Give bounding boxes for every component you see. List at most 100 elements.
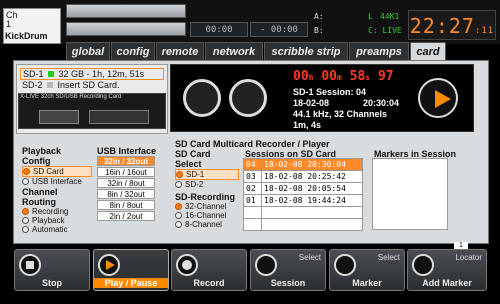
tab-network[interactable]: network	[205, 42, 263, 60]
radio-icon	[22, 208, 29, 216]
routing-option-label: Automatic	[32, 225, 68, 234]
tc-minutes: 00	[321, 69, 337, 84]
playback-option-usb[interactable]: USB Interface	[22, 177, 92, 186]
add-marker-label: Add Marker	[422, 278, 472, 288]
session-select-button[interactable]: Select Session	[250, 249, 326, 291]
usb-option[interactable]: 8in / 8out	[97, 200, 155, 210]
session-id: 02	[243, 182, 262, 195]
sd-rec-option-8[interactable]: 8-Channel	[175, 220, 239, 229]
time-readout-left: 00:00	[190, 22, 248, 37]
session-date-cell: 18-02-08 20:05:54	[261, 182, 363, 195]
session-time: 20:30:04	[363, 98, 400, 108]
sd1-row[interactable]: SD-1 32 GB - 1h, 12m, 51s	[20, 68, 164, 80]
sd1-info: 32 GB - 1h, 12m, 51s	[58, 69, 145, 79]
session-id: 01	[243, 194, 262, 207]
sd-rec-option-32[interactable]: 32-Channel	[175, 202, 239, 211]
table-row[interactable]: 02 18-02-08 20:05:54	[243, 182, 363, 195]
marker-select-button[interactable]: Select Marker	[329, 249, 405, 291]
session-date-cell: 18-02-08 20:30:04	[261, 158, 363, 171]
sd-rec-option-16[interactable]: 16-Channel	[175, 211, 239, 220]
play-icon[interactable]	[418, 78, 458, 118]
rotate-icon	[255, 254, 277, 276]
markers-list[interactable]	[372, 158, 448, 230]
table-row[interactable]	[243, 218, 363, 231]
sample-rate: 44K1	[380, 12, 400, 21]
session-date-cell: 18-02-08 19:44:24	[261, 194, 363, 207]
record-icon	[176, 254, 198, 276]
session-label: Session	[270, 278, 306, 288]
tab-preamps[interactable]: preamps	[349, 42, 409, 60]
session-date-cell: 18-02-08 20:25:42	[261, 170, 363, 183]
radio-icon	[176, 171, 183, 179]
channel-routing-title: Channel Routing	[22, 187, 58, 207]
play-pause-button[interactable]: Play / Pause	[93, 249, 169, 291]
table-row[interactable]: 04 18-02-08 20:30:04	[243, 158, 363, 171]
usb-option[interactable]: 32in / 32out	[97, 156, 155, 166]
playback-config-title: Playback Config	[22, 146, 62, 166]
radio-icon	[22, 226, 29, 234]
sd-rec-label: 16-Channel	[185, 211, 227, 220]
session-select-hint: Select	[298, 253, 321, 262]
sd-rec-label: 32-Channel	[185, 202, 227, 211]
tape-reel-left-icon	[183, 79, 221, 117]
bus-c-label: C: LIVE	[368, 26, 402, 35]
tc-seconds: 58	[349, 69, 366, 84]
tab-remote[interactable]: remote	[156, 42, 204, 60]
timecode: 00h 00m 58s 97	[293, 69, 394, 84]
routing-option-automatic[interactable]: Automatic	[22, 225, 92, 234]
usb-interface: USB Interface 32in / 32out 16in / 16out …	[97, 146, 161, 222]
locator-icon	[412, 254, 434, 276]
sd-card-select-title: SD Card Select	[175, 149, 211, 169]
record-button[interactable]: Record	[171, 249, 247, 291]
sd-card-select: SD Card Select SD-1 SD-2 SD-Recording 32…	[175, 149, 239, 229]
bus-l-label: L	[368, 12, 373, 21]
playback-config: Playback Config SD Card USB Interface Ch…	[22, 146, 92, 234]
section-title: SD Card Multicard Recorder / Player	[175, 139, 330, 149]
sd-select-label: SD-1	[186, 170, 205, 179]
meter-strip-2	[66, 22, 186, 36]
clock-main: 22:27	[409, 14, 475, 38]
routing-option-playback[interactable]: Playback	[22, 216, 92, 225]
sd2-status-icon	[47, 82, 54, 88]
table-row[interactable]: 03 18-02-08 20:25:42	[243, 170, 363, 183]
stop-icon	[19, 254, 41, 276]
usb-interface-title: USB Interface	[97, 146, 157, 156]
usb-option[interactable]: 2in / 2out	[97, 211, 155, 221]
usb-option[interactable]: 32in / 8out	[97, 178, 155, 188]
sd2-label: SD-2	[22, 80, 43, 90]
sd2-info: Insert SD Card.	[57, 80, 120, 90]
usb-option[interactable]: 8in / 32out	[97, 189, 155, 199]
rotate-icon	[334, 254, 356, 276]
tab-config[interactable]: config	[111, 42, 155, 60]
routing-option-recording[interactable]: Recording	[22, 207, 92, 216]
routing-option-label: Playback	[32, 216, 65, 225]
playback-option-sd-card[interactable]: SD Card	[22, 166, 92, 177]
clock-seconds: :11	[474, 26, 495, 36]
sd1-status-icon	[48, 71, 55, 77]
add-marker-button[interactable]: Locator Add Marker	[407, 249, 487, 291]
tab-card[interactable]: card	[410, 42, 446, 60]
tape-reel-right-icon	[229, 79, 267, 117]
session-line: SD-1 Session: 04	[293, 87, 367, 97]
table-row[interactable]	[243, 206, 363, 219]
tab-global[interactable]: global	[66, 42, 110, 60]
sd2-row[interactable]: SD-2 Insert SD Card.	[22, 80, 120, 90]
table-row[interactable]: 01 18-02-08 19:44:24	[243, 194, 363, 207]
channel-name: KickDrum	[5, 31, 48, 41]
card-label: X-LIVE 32ch SD/USB Recording Card	[20, 94, 122, 100]
tc-minutes-unit: m	[336, 73, 342, 82]
marker-select-hint: Select	[377, 253, 400, 262]
meter-strip	[66, 4, 186, 18]
stop-button[interactable]: Stop	[14, 249, 90, 291]
sd-select-option-2[interactable]: SD-2	[175, 180, 239, 189]
session-date: 18-02-08	[293, 98, 330, 108]
radio-icon	[22, 217, 29, 225]
radio-icon	[175, 181, 182, 189]
tab-scribble-strip[interactable]: scribble strip	[264, 42, 348, 60]
bus-a-label: A:	[314, 12, 324, 21]
record-label: Record	[193, 278, 225, 288]
playback-option-label: USB Interface	[32, 177, 82, 186]
card-port-icon	[89, 110, 149, 124]
usb-option[interactable]: 16in / 16out	[97, 167, 155, 177]
sd-select-option-1[interactable]: SD-1	[175, 169, 239, 180]
